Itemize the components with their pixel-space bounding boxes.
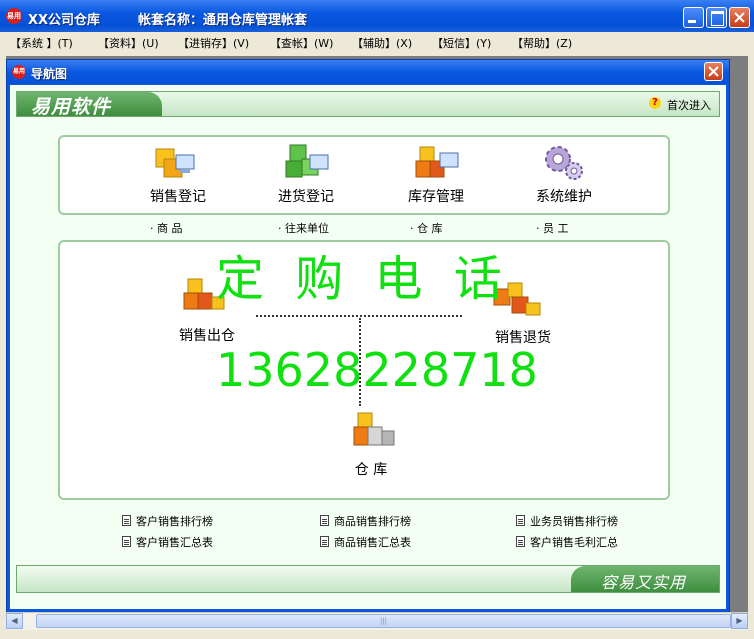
- warehouse-icon: [353, 412, 395, 446]
- horizontal-scrollbar[interactable]: ◀ ||| ▶: [6, 612, 748, 630]
- account-name: 帐套名称：通用仓库管理帐套: [138, 13, 308, 28]
- top-banner: 易用软件 ? 首次进入: [16, 91, 720, 118]
- document-icon: [122, 515, 131, 526]
- document-icon: [320, 515, 329, 526]
- module-inventory-label[interactable]: 库存管理: [396, 186, 476, 206]
- title-bar[interactable]: 易用 XX公司仓库 帐套名称：通用仓库管理帐套: [0, 0, 754, 33]
- help-icon: ?: [649, 97, 661, 109]
- main-window: 易用 XX公司仓库 帐套名称：通用仓库管理帐套 【系统 】(T) 【资料】(U)…: [0, 0, 754, 639]
- report-product-summary[interactable]: 商品销售汇总表: [320, 534, 411, 550]
- report-salesperson-ranking[interactable]: 业务员销售排行榜: [516, 513, 618, 529]
- scroll-right-button[interactable]: ▶: [731, 613, 748, 629]
- inventory-management-button[interactable]: [412, 141, 462, 185]
- module-sales-label[interactable]: 销售登记: [138, 186, 218, 206]
- maximize-icon: [711, 11, 724, 26]
- system-maintenance-button[interactable]: [540, 141, 590, 185]
- sales-register-icon: [155, 148, 195, 178]
- module-purchase-label[interactable]: 进货登记: [266, 186, 346, 206]
- gear-icon: [545, 146, 583, 180]
- menu-accounts[interactable]: 【查帐】(W): [270, 35, 333, 51]
- sublink-products[interactable]: · 商 品: [150, 220, 183, 236]
- module-system-label[interactable]: 系统维护: [524, 186, 604, 206]
- sales-out-label[interactable]: 销售出仓: [164, 325, 250, 345]
- purchase-register-button[interactable]: [282, 141, 332, 185]
- document-icon: [516, 536, 525, 547]
- warehouse-label[interactable]: 仓 库: [336, 459, 406, 479]
- sublink-staff[interactable]: · 员 工: [536, 220, 569, 236]
- report-label: 业务员销售排行榜: [530, 515, 618, 528]
- navigation-title: 导航图: [31, 67, 68, 81]
- menu-bar: 【系统 】(T) 【资料】(U) 【进销存】(V) 【查帐】(W) 【辅助】(X…: [0, 32, 754, 54]
- purchase-register-icon: [285, 144, 329, 178]
- brand-name: 易用软件: [31, 96, 112, 118]
- document-icon: [516, 515, 525, 526]
- scroll-left-button[interactable]: ◀: [6, 613, 23, 629]
- menu-sms[interactable]: 【短信】(Y): [432, 35, 491, 51]
- navigation-window: 易用 导航图 易用软件 ? 首次进入 销售登记 进货登记 库存管理 系统维护 ·…: [6, 59, 730, 613]
- slogan-tab: 容易又实用: [571, 566, 719, 592]
- sales-register-button[interactable]: [150, 141, 200, 185]
- report-product-ranking[interactable]: 商品销售排行榜: [320, 513, 411, 529]
- first-enter-link[interactable]: 首次进入: [667, 97, 711, 113]
- report-label: 客户销售毛利汇总: [530, 536, 618, 549]
- app-icon: 易用: [6, 8, 22, 24]
- minimize-button[interactable]: [683, 7, 704, 28]
- flow-connector-horizontal: [256, 315, 462, 317]
- navigation-title-bar[interactable]: 易用 导航图: [7, 60, 729, 84]
- menu-system[interactable]: 【系统 】(T): [10, 35, 73, 51]
- child-close-button[interactable]: [704, 62, 723, 81]
- warehouse-button[interactable]: [350, 411, 400, 453]
- scroll-grip: |||: [379, 617, 388, 625]
- child-app-icon: 易用: [12, 65, 26, 79]
- document-icon: [122, 536, 131, 547]
- menu-inventory[interactable]: 【进销存】(V): [178, 35, 249, 51]
- watermark-phone: 13628228718: [216, 343, 538, 397]
- bottom-banner: 容易又实用: [16, 565, 720, 593]
- document-icon: [320, 536, 329, 547]
- close-button[interactable]: [729, 7, 750, 28]
- report-label: 商品销售排行榜: [334, 515, 411, 528]
- slogan: 容易又实用: [601, 573, 687, 592]
- report-customer-profit-summary[interactable]: 客户销售毛利汇总: [516, 534, 618, 550]
- report-customer-summary[interactable]: 客户销售汇总表: [122, 534, 213, 550]
- report-label: 客户销售汇总表: [136, 536, 213, 549]
- window-title: XX公司仓库: [28, 13, 101, 28]
- close-icon: [708, 66, 719, 77]
- close-icon: [734, 12, 745, 23]
- menu-data[interactable]: 【资料】(U): [98, 35, 159, 51]
- sublink-partners[interactable]: · 往来单位: [278, 220, 329, 236]
- brand-tab: 易用软件: [17, 92, 162, 118]
- watermark-title: 定 购 电 话: [216, 251, 510, 307]
- report-customer-ranking[interactable]: 客户销售排行榜: [122, 513, 213, 529]
- report-label: 商品销售汇总表: [334, 536, 411, 549]
- scroll-thumb[interactable]: |||: [36, 614, 731, 628]
- report-label: 客户销售排行榜: [136, 515, 213, 528]
- sublink-warehouse[interactable]: · 仓 库: [410, 220, 443, 236]
- maximize-button[interactable]: [706, 7, 727, 28]
- menu-tools[interactable]: 【辅助】(X): [352, 35, 412, 51]
- inventory-management-icon: [415, 146, 459, 178]
- navigation-body: 易用软件 ? 首次进入 销售登记 进货登记 库存管理 系统维护 · 商 品 · …: [10, 85, 726, 609]
- minimize-icon: [688, 20, 696, 23]
- menu-help[interactable]: 【帮助】(Z): [512, 35, 572, 51]
